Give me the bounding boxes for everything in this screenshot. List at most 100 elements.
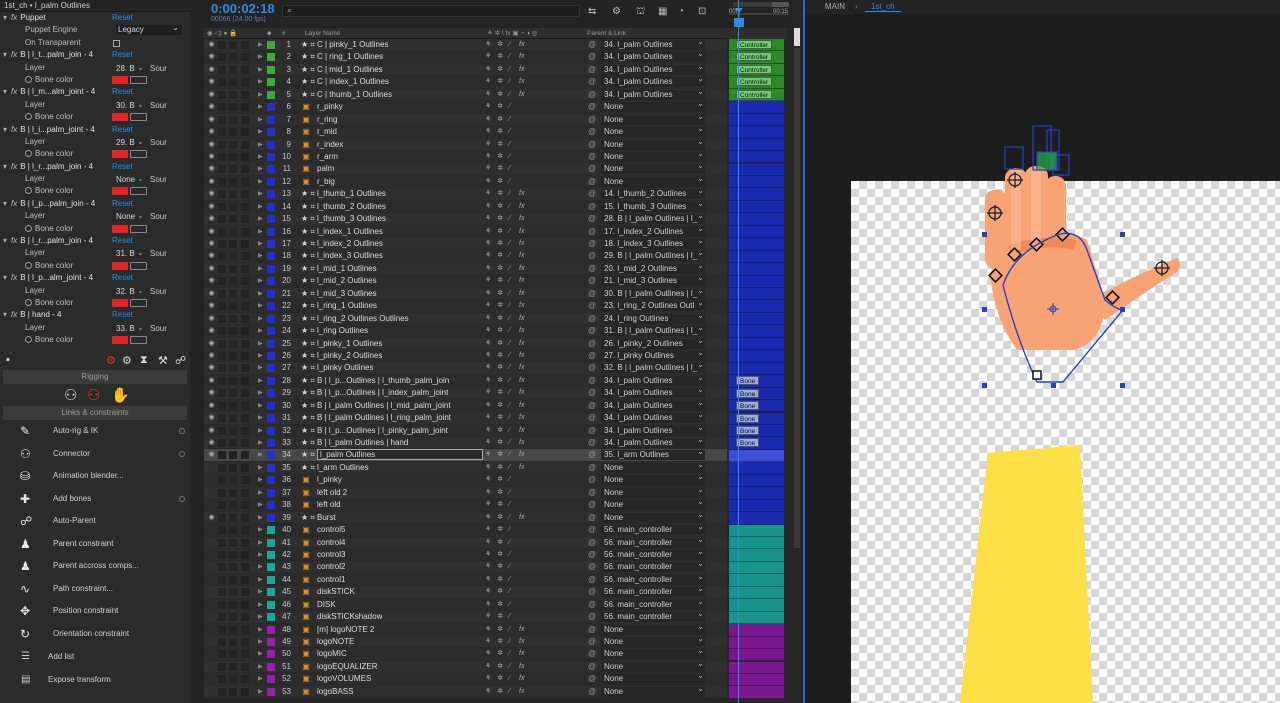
fx-switch[interactable]: fx xyxy=(519,226,524,238)
visibility-eye-icon[interactable]: ◉ xyxy=(207,176,216,188)
lock-toggle[interactable] xyxy=(241,103,249,112)
layer-row[interactable]: ◉ ▶ 31 ★ ⌗ B | l_palm Outlines | l_ring_palm… xyxy=(204,412,728,425)
pickwhip-icon[interactable]: @ xyxy=(588,499,596,511)
layer-select[interactable]: 28. B xyxy=(116,64,135,73)
lock-toggle[interactable] xyxy=(241,65,249,74)
layer-switches[interactable]: ⚘ ✲ ⁄ xyxy=(485,487,512,499)
layer-row[interactable]: ▶ 35 ★ ⌗ l_arm Outlines ⚘ ✲ ⁄ fx @ None xyxy=(204,461,728,475)
lock-toggle[interactable] xyxy=(241,638,249,646)
layer-name[interactable]: B | l_p...Outlines | l_pinky_palm_joint xyxy=(317,425,448,437)
parent-select[interactable]: 34. l_palm Outlines xyxy=(601,388,705,399)
layer-select[interactable]: 32. B xyxy=(116,287,135,296)
pickwhip-icon[interactable]: @ xyxy=(588,126,596,138)
lock-toggle[interactable] xyxy=(241,476,249,485)
layer-switches[interactable]: ⚘ ✲ ⁄ xyxy=(485,586,512,598)
solo-toggle[interactable] xyxy=(229,476,237,485)
lock-toggle[interactable] xyxy=(241,563,249,572)
layer-switches[interactable]: ⚘ ✲ ⁄ xyxy=(485,499,512,511)
layer-row[interactable]: ◉ ▶ 11 ▣ palm ⚘ ✲ ⁄ @ None xyxy=(204,163,728,176)
lock-toggle[interactable] xyxy=(241,588,249,597)
layer-row[interactable]: ▶ 44 ▣ control1 ⚘ ✲ ⁄ @56. main_controller xyxy=(204,573,728,587)
layer-name[interactable]: logoEQUALIZER xyxy=(317,661,377,673)
layer-switches[interactable]: ⚘ ✲ ⁄ xyxy=(485,350,512,362)
pickwhip-icon[interactable]: @ xyxy=(588,114,596,126)
layer-switches[interactable]: ⚘ ✲ ⁄ xyxy=(485,51,512,63)
layer-switches[interactable]: ⚘ ✲ ⁄ xyxy=(485,201,512,213)
pickwhip-icon[interactable]: @ xyxy=(588,51,596,63)
label-color[interactable] xyxy=(267,451,275,460)
parent-select[interactable]: 56. main_controller xyxy=(601,612,705,623)
finger-controllers[interactable] xyxy=(1004,125,1070,176)
layer-switches[interactable]: ⚘ ✲ ⁄ xyxy=(485,151,512,163)
reset-link[interactable]: Reset xyxy=(112,86,133,98)
twirl-icon[interactable]: ▾ xyxy=(3,12,11,24)
source-select[interactable]: Sour xyxy=(150,101,167,110)
layer-row[interactable]: ◉ ▶ 3 ★ ⌗ C | mid_1 Outlines ⚘ ✲ ⁄ fx @34. l_pa… xyxy=(204,63,728,77)
solo-toggle[interactable] xyxy=(229,103,237,112)
twirl-icon[interactable]: ▶ xyxy=(258,263,263,275)
fx-switch[interactable]: fx xyxy=(519,673,524,685)
source-select[interactable]: Sour xyxy=(150,324,167,333)
layer-select[interactable]: None xyxy=(116,212,135,221)
layer-row[interactable]: ◉ ▶ 23 ★ ⌗ l_ring_2 Outlines Outlines ⚘ ✲ ⁄ fx… xyxy=(204,312,728,326)
layer-row[interactable]: ◉ ▶ 30 ★ ⌗ B | l_palm Outlines | l_mid_palm_… xyxy=(204,399,728,413)
scroll-thumb[interactable] xyxy=(794,48,800,548)
lock-toggle[interactable] xyxy=(241,513,249,522)
layer-switches[interactable]: ⚘ ✲ ⁄ xyxy=(485,263,512,275)
layer-row[interactable]: ▶ 36 ▣ l_pinky ⚘ ✲ ⁄ @ None xyxy=(204,474,728,487)
twirl-icon[interactable]: ▾ xyxy=(3,49,11,61)
lock-toggle[interactable] xyxy=(241,600,249,609)
parent-select[interactable]: 56. main_controller xyxy=(601,574,705,585)
stopwatch-icon[interactable] xyxy=(25,336,32,344)
lock-toggle[interactable] xyxy=(241,165,249,174)
on-transparent-checkbox[interactable] xyxy=(113,39,120,47)
twirl-icon[interactable]: ▶ xyxy=(258,201,263,213)
twirl-icon[interactable]: ▶ xyxy=(258,437,263,449)
lock-toggle[interactable] xyxy=(241,190,249,199)
pickwhip-icon[interactable]: @ xyxy=(588,226,596,238)
layer-row[interactable]: ▶ 37 ▣ left old 2 ⚘ ✲ ⁄ @ None xyxy=(204,486,728,500)
parent-select[interactable]: None xyxy=(601,164,705,175)
auto-rig-button[interactable]: ✎ Auto-rig & IK xyxy=(0,420,190,443)
lock-toggle[interactable] xyxy=(241,240,249,248)
visibility-eye-icon[interactable]: ◉ xyxy=(207,213,216,225)
visibility-eye-icon[interactable]: ◉ xyxy=(207,89,216,101)
layer-switches[interactable]: ⚘ ✲ ⁄ xyxy=(485,686,512,698)
visibility-eye-icon[interactable]: ◉ xyxy=(207,51,216,63)
label-color[interactable] xyxy=(267,550,275,559)
eyedropper-icon[interactable] xyxy=(130,298,147,307)
layer-name[interactable]: diskSTICKshadow xyxy=(317,611,382,623)
solo-toggle[interactable] xyxy=(229,563,237,572)
layer-switches[interactable]: ⚘ ✲ ⁄ xyxy=(485,574,512,586)
solo-toggle[interactable] xyxy=(229,264,237,273)
current-time[interactable]: 0:00:02:18 xyxy=(211,1,275,16)
label-color[interactable] xyxy=(267,588,275,597)
layer-row[interactable]: ▶ 46 ▣ DISK ⚘ ✲ ⁄ @56. main_controller xyxy=(204,598,728,612)
layer-switches[interactable]: ⚘ ✲ ⁄ xyxy=(485,101,512,113)
audio-toggle[interactable] xyxy=(218,78,226,87)
parent-select[interactable]: None xyxy=(601,102,705,113)
lock-toggle[interactable] xyxy=(241,675,249,684)
fx-switch[interactable]: fx xyxy=(519,661,524,673)
layer-name[interactable]: l_palm Outlines xyxy=(317,449,483,461)
pickwhip-icon[interactable]: @ xyxy=(588,648,596,660)
source-select[interactable]: Sour xyxy=(150,249,167,258)
source-select[interactable]: Sour xyxy=(150,175,167,184)
lock-toggle[interactable] xyxy=(241,327,249,336)
layer-row[interactable]: ◉ ▶ 39 ★ ⌗ Burst ⚘ ✲ ⁄ fx @ None xyxy=(204,511,728,525)
pickwhip-icon[interactable]: @ xyxy=(588,624,596,636)
parent-select[interactable]: 34. l_palm Outlines xyxy=(601,52,705,63)
solo-toggle[interactable] xyxy=(229,600,237,609)
solo-toggle[interactable] xyxy=(229,277,237,286)
parent-select[interactable]: 34. l_palm Outlines xyxy=(601,400,705,411)
label-color[interactable] xyxy=(267,426,275,435)
layer-switches[interactable]: ⚘ ✲ ⁄ xyxy=(485,76,512,88)
solo-toggle[interactable] xyxy=(229,687,237,696)
parent-select[interactable]: 17. l_index_2 Outlines xyxy=(601,226,705,237)
pickwhip-icon[interactable]: @ xyxy=(588,524,596,536)
layer-row[interactable]: ▶ 47 ▣ diskSTICKshadow ⚘ ✲ ⁄ @56. main_contro… xyxy=(204,611,728,624)
solo-toggle[interactable] xyxy=(229,575,237,584)
lock-toggle[interactable] xyxy=(241,277,249,286)
solo-toggle[interactable] xyxy=(229,463,237,472)
layer-switches[interactable]: ⚘ ✲ ⁄ xyxy=(485,400,512,412)
